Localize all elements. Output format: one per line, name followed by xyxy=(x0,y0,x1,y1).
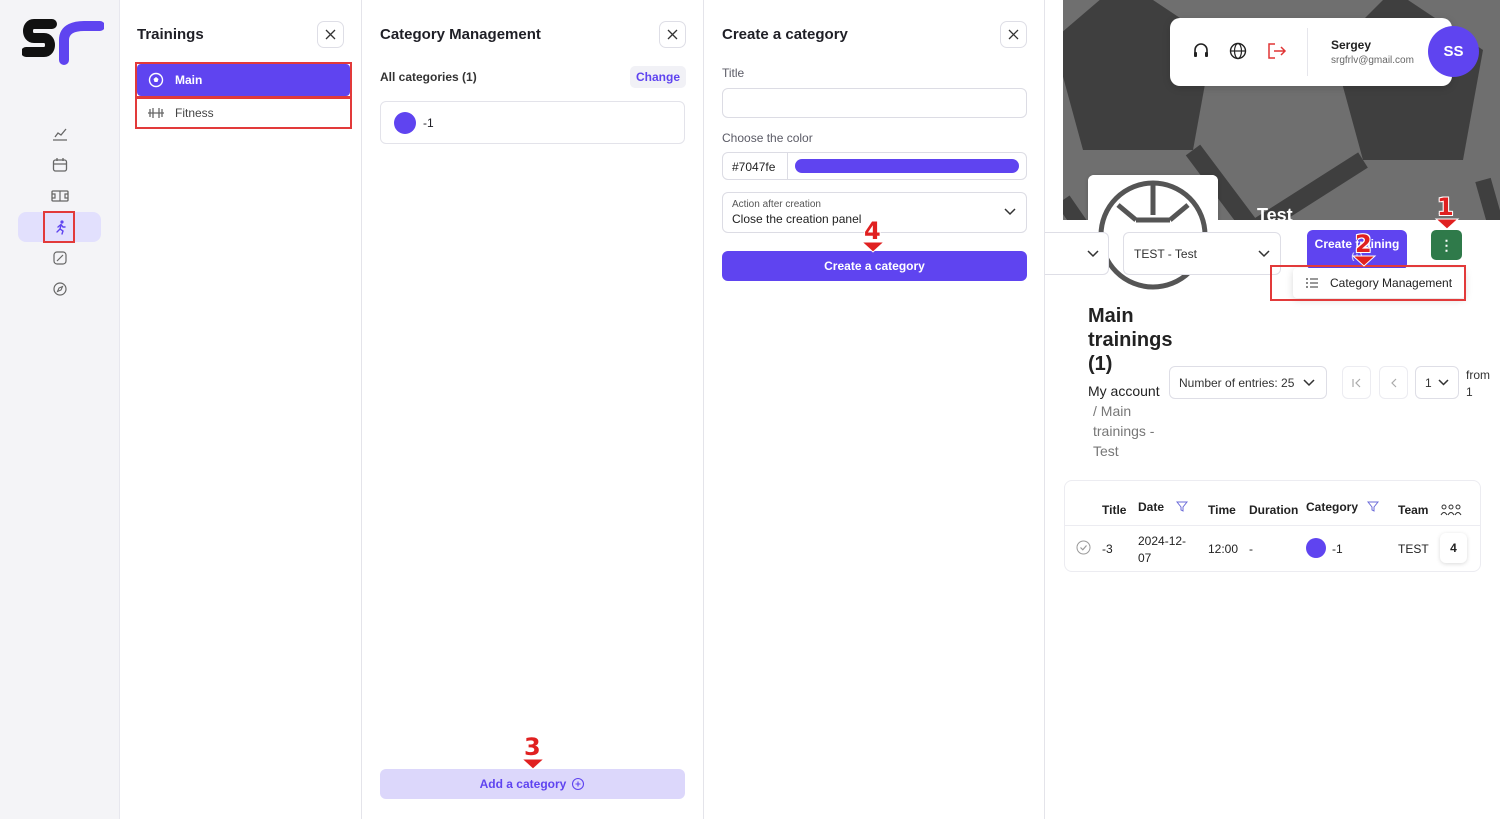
arrow-down-icon xyxy=(520,758,546,770)
color-divider xyxy=(787,153,788,179)
change-button[interactable]: Change xyxy=(630,66,686,88)
trainings-panel-title: Trainings xyxy=(137,26,204,43)
entries-select[interactable]: Number of entries: 25 xyxy=(1169,366,1327,399)
cell-team: TEST xyxy=(1398,542,1429,556)
user-name: Sergey xyxy=(1331,38,1372,52)
color-swatch xyxy=(795,159,1019,173)
userbar-divider xyxy=(1307,28,1308,76)
cell-category: -1 xyxy=(1332,542,1343,556)
first-page-button[interactable] xyxy=(1342,366,1371,399)
category-color-dot xyxy=(394,112,416,134)
avatar[interactable]: SS xyxy=(1428,26,1479,77)
filter-select[interactable] xyxy=(1045,232,1109,275)
filter-icon[interactable] xyxy=(1367,500,1379,512)
page-select[interactable]: 1 xyxy=(1415,366,1459,399)
arrow-down-icon xyxy=(1434,218,1460,230)
user-email: srgfrlv@gmail.com xyxy=(1331,55,1414,66)
color-hex-value: #7047fe xyxy=(732,160,776,174)
chevron-down-icon xyxy=(1087,249,1099,257)
globe-icon[interactable] xyxy=(1229,42,1247,60)
close-icon xyxy=(1008,29,1019,40)
team-select[interactable]: TEST - Test xyxy=(1123,232,1281,275)
cell-count: 4 xyxy=(1440,533,1467,563)
breadcrumb-root[interactable]: My account xyxy=(1088,383,1160,399)
chevron-down-icon xyxy=(1438,379,1449,386)
add-category-label: Add a category xyxy=(479,777,567,791)
create-category-panel xyxy=(704,0,1045,819)
categories-count: All categories (1) xyxy=(380,70,477,84)
create-close-button[interactable] xyxy=(1000,21,1027,48)
chevron-left-icon xyxy=(1390,378,1396,387)
create-category-submit[interactable]: Create a category xyxy=(722,251,1027,281)
page-title: Main trainings (1) xyxy=(1088,305,1173,375)
trainings-close-button[interactable] xyxy=(317,21,344,48)
chevron-down-icon xyxy=(1258,249,1270,257)
col-category: Category xyxy=(1306,500,1359,514)
chevron-down-icon xyxy=(1303,378,1315,386)
col-title: Title xyxy=(1102,503,1127,517)
edit-icon[interactable] xyxy=(49,247,71,269)
action-label: Action after creation xyxy=(732,199,821,210)
field-icon[interactable] xyxy=(49,185,71,207)
prev-page-button[interactable] xyxy=(1379,366,1408,399)
cell-time: 12:00 xyxy=(1208,542,1239,556)
close-icon xyxy=(667,29,678,40)
pagination-total: from 1 xyxy=(1466,367,1490,401)
analytics-icon[interactable] xyxy=(49,123,71,145)
action-value: Close the creation panel xyxy=(732,212,862,226)
cell-title: -3 xyxy=(1102,542,1113,556)
running-icon[interactable] xyxy=(49,216,71,238)
create-panel-title: Create a category xyxy=(722,26,848,43)
team-select-value: TEST - Test xyxy=(1134,246,1197,261)
arrow-down-icon xyxy=(1351,255,1377,267)
highlight-fitness xyxy=(135,97,352,129)
col-date: Date xyxy=(1138,500,1165,514)
category-color-dot xyxy=(1306,538,1326,558)
entries-label: Number of entries: 25 xyxy=(1179,375,1295,390)
highlight-category-management xyxy=(1270,265,1466,301)
from-total: 1 xyxy=(1466,385,1473,399)
from-label: from xyxy=(1466,368,1490,382)
compass-icon[interactable] xyxy=(49,278,71,300)
people-icon xyxy=(1440,504,1462,516)
highlight-main xyxy=(135,62,352,98)
title-field-label: Title xyxy=(722,66,745,80)
title-input[interactable] xyxy=(722,88,1027,118)
category-close-button[interactable] xyxy=(659,21,686,48)
more-options-button[interactable]: ⋮ xyxy=(1431,230,1462,260)
table-divider xyxy=(1065,525,1480,526)
headset-icon[interactable] xyxy=(1192,42,1210,60)
col-duration: Duration xyxy=(1249,503,1299,517)
chevron-down-icon xyxy=(1004,208,1016,216)
check-circle-icon[interactable] xyxy=(1076,540,1091,555)
filter-icon[interactable] xyxy=(1176,500,1188,512)
user-bar: Sergey srgfrlv@gmail.com xyxy=(1170,18,1452,86)
plus-circle-icon xyxy=(572,777,585,791)
color-picker[interactable]: #7047fe xyxy=(722,152,1027,180)
cell-duration: - xyxy=(1249,542,1253,556)
close-icon xyxy=(325,29,336,40)
category-name: -1 xyxy=(423,116,434,130)
breadcrumb: / Main trainings - Test xyxy=(1093,403,1155,459)
category-panel-title: Category Management xyxy=(380,26,541,43)
calendar-icon[interactable] xyxy=(49,154,71,176)
logout-icon[interactable] xyxy=(1267,42,1287,60)
category-list-item[interactable]: -1 xyxy=(380,101,685,144)
color-field-label: Choose the color xyxy=(722,131,813,145)
cell-date: 2024-12-07 xyxy=(1138,534,1187,565)
arrow-down-icon xyxy=(860,241,886,253)
first-page-icon xyxy=(1351,378,1360,387)
app-logo[interactable] xyxy=(21,16,105,68)
add-category-button[interactable]: Add a category xyxy=(380,769,685,799)
col-time: Time xyxy=(1208,503,1236,517)
col-team: Team xyxy=(1398,503,1429,517)
page-number: 1 xyxy=(1425,375,1432,390)
app-root: Trainings Main Fitness Category Manageme… xyxy=(0,0,1500,819)
